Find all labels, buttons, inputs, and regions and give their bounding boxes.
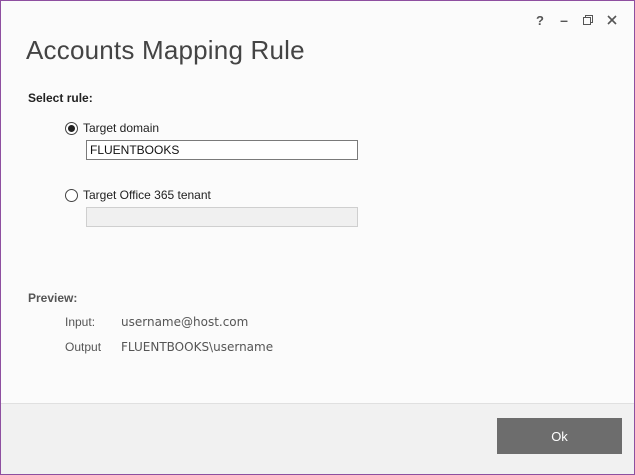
minimize-glyph: –	[560, 12, 568, 28]
radio-dot	[68, 124, 75, 132]
restore-glyph	[583, 15, 593, 25]
dialog-window: ? – Accounts Mapping Rule Select rule: T…	[0, 0, 635, 475]
minimize-icon[interactable]: –	[552, 9, 576, 31]
ok-button[interactable]: Ok	[497, 418, 622, 454]
radio-button-unselected[interactable]	[65, 188, 78, 202]
radio-target-office365[interactable]: Target Office 365 tenant	[65, 188, 211, 202]
preview-input-key: Input:	[65, 315, 96, 329]
radio-target-domain[interactable]: Target domain	[65, 121, 159, 135]
radio-label-target-domain: Target domain	[83, 121, 160, 135]
help-icon[interactable]: ?	[528, 9, 552, 31]
radio-label-target-office365: Target Office 365 tenant	[83, 188, 211, 202]
close-glyph	[607, 15, 617, 25]
preview-input-row: Input: username@host.com	[65, 315, 248, 329]
dialog-footer: Ok	[1, 403, 634, 474]
help-glyph: ?	[536, 12, 544, 28]
select-rule-label: Select rule:	[28, 91, 93, 105]
radio-button-selected[interactable]	[65, 121, 78, 135]
target-domain-input[interactable]	[86, 140, 358, 160]
preview-label: Preview:	[28, 291, 78, 305]
target-office365-input[interactable]	[86, 207, 358, 227]
close-icon[interactable]	[600, 9, 624, 31]
page-title: Accounts Mapping Rule	[26, 35, 305, 65]
preview-output-key: Output	[65, 340, 102, 354]
preview-output-value: FLUENTBOOKS\username	[121, 340, 274, 354]
restore-icon[interactable]	[576, 9, 600, 31]
preview-input-value: username@host.com	[121, 315, 249, 329]
title-bar-controls: ? –	[528, 9, 624, 31]
preview-output-row: Output FLUENTBOOKS\username	[65, 340, 273, 354]
